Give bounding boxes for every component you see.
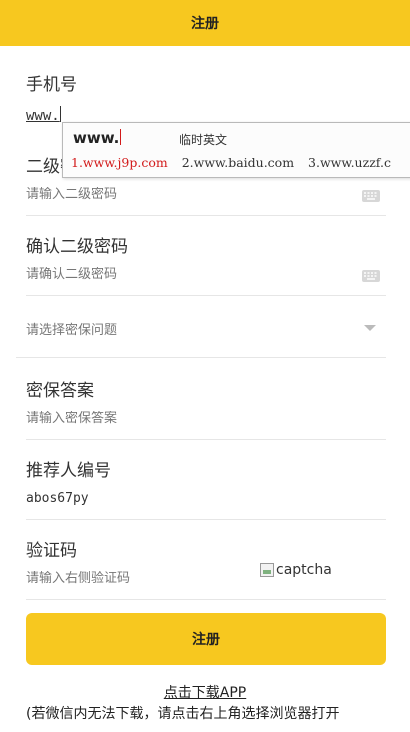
divider	[26, 439, 386, 440]
security-answer-input[interactable]	[26, 411, 366, 426]
ime-composition: www.	[73, 129, 122, 147]
ime-candidate-2[interactable]: 2.www.baidu.com	[182, 155, 294, 170]
download-app-link[interactable]: 点击下载APP	[0, 682, 410, 702]
security-answer-row	[26, 408, 386, 432]
password2-row	[26, 184, 386, 208]
referrer-label: 推荐人编号	[26, 461, 111, 481]
register-button[interactable]: 注册	[26, 613, 386, 665]
password2-input[interactable]	[26, 187, 366, 202]
referrer-input[interactable]: abos67py	[26, 491, 89, 506]
divider	[16, 357, 386, 358]
divider	[26, 599, 386, 600]
divider	[26, 519, 386, 520]
divider	[26, 215, 386, 216]
captcha-input[interactable]	[26, 571, 246, 586]
ime-cursor	[120, 129, 122, 145]
ime-candidate-3[interactable]: 3.www.uzzf.c	[308, 155, 391, 170]
keyboard-icon[interactable]	[362, 270, 380, 282]
captcha-row	[26, 568, 386, 592]
captcha-image-alt: captcha	[276, 562, 332, 578]
phone-input[interactable]: www.	[26, 106, 61, 124]
password2-confirm-row	[26, 264, 386, 288]
ime-mode-label: 临时英文	[179, 133, 228, 147]
captcha-label: 验证码	[26, 541, 77, 561]
captcha-image[interactable]: captcha	[260, 562, 332, 578]
password2-confirm-label: 确认二级密码	[26, 237, 128, 257]
ime-composition-text: www.	[73, 129, 120, 147]
ime-candidate-popup: www. 临时英文 1.www.j9p.com 2.www.baidu.com …	[62, 122, 410, 178]
download-app-label: 点击下载APP	[163, 685, 247, 701]
divider	[26, 295, 386, 296]
phone-label: 手机号	[26, 75, 77, 95]
wechat-note: (若微信内无法下载，请点击右上角选择浏览器打开	[26, 706, 340, 722]
referrer-row: abos67py	[26, 488, 386, 512]
page-title: 注册	[191, 16, 219, 32]
security-question-select[interactable]: 请选择密保问题	[26, 316, 386, 340]
header-bar: 注册	[0, 0, 410, 46]
broken-image-icon	[260, 563, 274, 577]
password2-confirm-input[interactable]	[26, 267, 366, 282]
text-caret	[59, 106, 61, 122]
security-question-placeholder: 请选择密保问题	[26, 323, 118, 338]
chevron-down-icon	[364, 325, 376, 331]
phone-input-value: www.	[26, 108, 60, 124]
ime-candidate-1[interactable]: 1.www.j9p.com	[71, 155, 168, 170]
keyboard-icon[interactable]	[362, 190, 380, 202]
ime-candidate-list: 1.www.j9p.com 2.www.baidu.com 3.www.uzzf…	[71, 155, 401, 170]
security-answer-label: 密保答案	[26, 381, 94, 401]
